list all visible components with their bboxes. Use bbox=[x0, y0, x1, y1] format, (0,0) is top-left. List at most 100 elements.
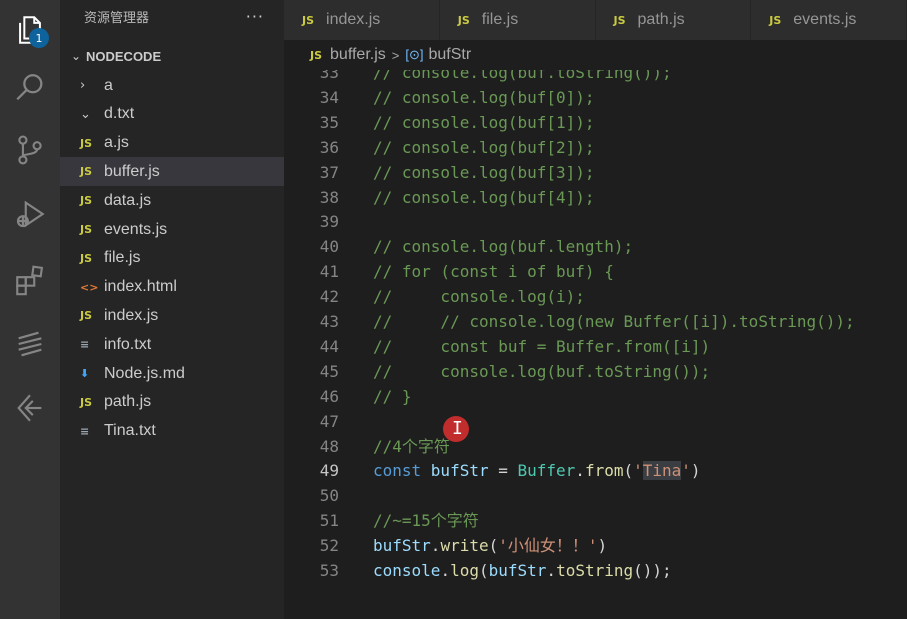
code-line[interactable]: 39 bbox=[284, 209, 907, 234]
code-line[interactable]: 37 // console.log(buf[3]); bbox=[284, 160, 907, 185]
file-tree-item[interactable]: JS a.js bbox=[60, 129, 284, 158]
code-token: // console.log(buf[4]); bbox=[373, 187, 595, 207]
file-tree-item[interactable]: ≡ info.txt bbox=[60, 330, 284, 359]
code-line[interactable]: 47 bbox=[284, 409, 907, 434]
code-line[interactable]: 40 // console.log(buf.length); bbox=[284, 234, 907, 259]
line-number: 47 bbox=[319, 411, 339, 431]
js-file-icon: JS bbox=[80, 251, 93, 265]
html-file-icon: <> bbox=[80, 280, 99, 294]
explorer-icon[interactable] bbox=[0, 0, 60, 60]
search-icon[interactable] bbox=[0, 58, 60, 118]
editor-tab[interactable]: JS path.js bbox=[595, 0, 752, 40]
sidebar-title: 资源管理器 bbox=[84, 11, 150, 26]
code-token: . bbox=[430, 536, 441, 556]
code-text: // // console.log(new Buffer([i]).toStri… bbox=[373, 309, 855, 334]
code-token: // console.log(buf[3]); bbox=[373, 162, 595, 182]
file-tree-item-label: file.js bbox=[104, 249, 141, 267]
code-token: ( bbox=[488, 536, 499, 556]
code-token: // const buf = Buffer.from([i]) bbox=[373, 336, 711, 356]
markdown-file-icon: ⬇ bbox=[80, 367, 90, 380]
remote-explorer-icon[interactable] bbox=[0, 314, 60, 374]
file-tree-item[interactable]: JS events.js bbox=[60, 215, 284, 244]
code-line[interactable]: 44 // const buf = Buffer.from([i]) bbox=[284, 334, 907, 359]
editor-tab[interactable]: JS events.js bbox=[751, 0, 907, 40]
js-file-icon: JS bbox=[80, 309, 93, 323]
code-line[interactable]: 41 // for (const i of buf) { bbox=[284, 259, 907, 284]
code-line[interactable]: 45 // console.log(buf.toString()); bbox=[284, 359, 907, 384]
code-token: ' bbox=[681, 461, 691, 481]
code-token: ' bbox=[633, 461, 643, 481]
code-token: . bbox=[440, 561, 451, 580]
code-line[interactable]: 46 // } bbox=[284, 384, 907, 409]
breadcrumb-symbol[interactable]: bufStr bbox=[428, 46, 471, 64]
code-token: //~=15个字符 bbox=[373, 511, 479, 531]
file-tree-item[interactable]: ≡ Tina.txt bbox=[60, 417, 284, 446]
file-tree-item[interactable]: ⬇ Node.js.md bbox=[60, 359, 284, 388]
code-text: // console.log(buf[2]); bbox=[373, 135, 595, 160]
code-line[interactable]: 48 //4个字符 bbox=[284, 434, 907, 459]
code-line[interactable]: 38 // console.log(buf[4]); bbox=[284, 185, 907, 210]
code-text: // console.log(buf[1]); bbox=[373, 110, 595, 135]
timeline-icon[interactable] bbox=[0, 378, 60, 438]
code-line[interactable]: 33 // console.log(buf.toString()); bbox=[284, 70, 907, 85]
code-token: log bbox=[450, 561, 479, 580]
file-tree-item-label: buffer.js bbox=[104, 162, 160, 180]
code-line[interactable]: 34 // console.log(buf[0]); bbox=[284, 85, 907, 110]
workspace-folder-label: NODECODE bbox=[86, 48, 162, 64]
code-token: . bbox=[546, 561, 557, 580]
code-text: // console.log(buf.length); bbox=[373, 234, 633, 259]
code-text: // console.log(buf[0]); bbox=[373, 85, 595, 110]
chevron-down-icon: ⌄ bbox=[70, 49, 82, 63]
more-actions-button[interactable]: ··· bbox=[246, 0, 264, 34]
code-token: // console.log(buf.toString()); bbox=[373, 70, 672, 82]
workspace-folder[interactable]: ⌄ NODECODE bbox=[60, 42, 284, 70]
code-token: const bbox=[373, 461, 431, 481]
js-file-icon: JS bbox=[310, 48, 323, 62]
breadcrumb-file[interactable]: buffer.js bbox=[330, 46, 386, 64]
file-tree-item[interactable]: JS index.js bbox=[60, 301, 284, 330]
source-control-icon[interactable] bbox=[0, 120, 60, 180]
run-debug-icon[interactable] bbox=[0, 184, 60, 244]
line-number: 46 bbox=[319, 386, 339, 406]
line-number: 41 bbox=[319, 262, 339, 282]
code-line[interactable]: 49 const bufStr = Buffer.from('Tina') bbox=[284, 458, 907, 483]
file-tree-item[interactable]: <> index.html bbox=[60, 273, 284, 302]
code-line[interactable]: 50 bbox=[284, 483, 907, 508]
file-tree-item-label: info.txt bbox=[104, 335, 152, 353]
line-number: 42 bbox=[319, 287, 339, 307]
code-line[interactable]: 51 //~=15个字符 bbox=[284, 508, 907, 533]
file-tree-item-label: Tina.txt bbox=[104, 422, 156, 440]
chevron-right-icon: › bbox=[80, 78, 86, 93]
code-token: . bbox=[575, 461, 585, 481]
code-line[interactable]: 36 // console.log(buf[2]); bbox=[284, 135, 907, 160]
code-line[interactable]: 53 console.log(bufStr.toString()); bbox=[284, 558, 907, 583]
file-tree-item-label: index.js bbox=[104, 306, 159, 324]
editor-tab[interactable]: JS file.js bbox=[439, 0, 596, 40]
file-tree-item[interactable]: ⌄ d.txt bbox=[60, 100, 284, 129]
code-line[interactable]: 43 // // console.log(new Buffer([i]).toSt… bbox=[284, 309, 907, 334]
code-line[interactable]: 52 bufStr.write('小仙女！！') bbox=[284, 533, 907, 558]
code-token: from bbox=[584, 461, 624, 481]
file-tree-item-label: d.txt bbox=[104, 105, 135, 123]
line-number: 48 bbox=[319, 436, 339, 456]
code-line[interactable]: 35 // console.log(buf[1]); bbox=[284, 110, 907, 135]
variable-symbol-icon: [⊙] bbox=[405, 47, 424, 62]
line-number: 38 bbox=[319, 187, 339, 207]
file-tree-item[interactable]: › a bbox=[60, 71, 284, 100]
extensions-icon[interactable] bbox=[0, 250, 60, 310]
file-tree-item[interactable]: JS data.js bbox=[60, 186, 284, 215]
file-tree-item[interactable]: JS buffer.js bbox=[60, 157, 284, 187]
line-number: 53 bbox=[319, 561, 339, 580]
code-text: const bufStr = Buffer.from('Tina') bbox=[373, 458, 701, 483]
file-tree-item[interactable]: JS file.js bbox=[60, 244, 284, 273]
editor-tab-label: path.js bbox=[637, 11, 685, 28]
code-text: //~=15个字符 bbox=[373, 508, 479, 533]
file-tree-item[interactable]: JS path.js bbox=[60, 388, 284, 417]
code-editor[interactable]: 33 // console.log(buf.toString()); 34 // co… bbox=[284, 70, 907, 619]
editor-tab[interactable]: JS index.js bbox=[284, 0, 440, 40]
code-token: bufStr bbox=[488, 561, 547, 580]
code-token: ( bbox=[478, 561, 489, 580]
code-token: // console.log(buf.length); bbox=[373, 237, 634, 257]
code-text: // console.log(buf.toString()); bbox=[373, 70, 672, 85]
code-line[interactable]: 42 // console.log(i); bbox=[284, 284, 907, 309]
